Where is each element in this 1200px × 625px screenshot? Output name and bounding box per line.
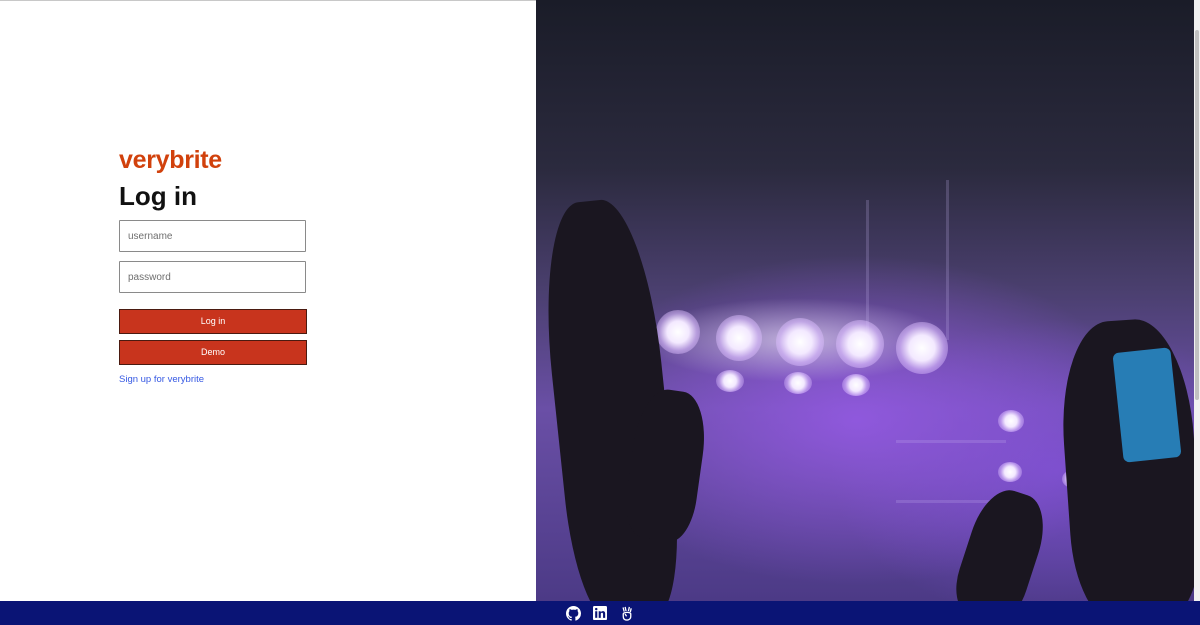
phone-screen [1112,347,1182,463]
scrollbar-thumb[interactable] [1195,30,1199,400]
stage-truss [946,180,949,340]
username-input[interactable] [119,220,306,252]
login-form: verybrite Log in Log in Demo Sign up for… [119,146,307,387]
stage-light [776,318,824,366]
stage-truss [896,440,1006,443]
stage-light [998,462,1022,482]
page-scrollbar[interactable] [1194,0,1200,601]
stage-light [998,410,1024,432]
stage-light [896,322,948,374]
stage-light [836,320,884,368]
demo-button[interactable]: Demo [119,340,307,365]
stage-light [716,370,744,392]
linkedin-icon[interactable] [592,605,608,621]
stage-light [784,372,812,394]
hero-image [536,0,1194,601]
login-button[interactable]: Log in [119,309,307,334]
stage-truss [866,200,869,340]
signup-link[interactable]: Sign up for verybrite [119,374,204,385]
angellist-icon[interactable] [619,605,635,621]
stage-light [656,310,700,354]
stage-light [842,374,870,396]
page-title: Log in [119,181,197,211]
login-panel: verybrite Log in Log in Demo Sign up for… [0,0,536,601]
brand-logo[interactable]: verybrite [119,146,307,174]
footer-bar [0,601,1200,625]
stage-light [716,315,762,361]
github-icon[interactable] [565,605,581,621]
password-input[interactable] [119,261,306,293]
